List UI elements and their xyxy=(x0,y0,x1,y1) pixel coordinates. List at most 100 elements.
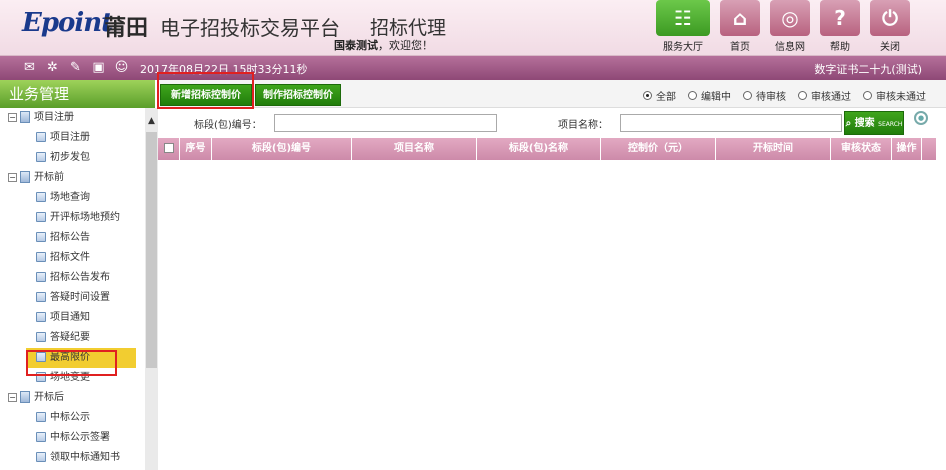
sidebar-item[interactable]: 领取中标通知书 xyxy=(0,448,145,468)
project-name-label: 项目名称： xyxy=(558,120,608,131)
page-icon xyxy=(36,232,46,242)
radio-button[interactable] xyxy=(688,91,697,100)
status-filter: 全部 编辑中 待审核 审核通过 审核未通过 xyxy=(643,88,926,103)
sidebar-item-label: 招标文件 xyxy=(50,252,90,263)
highlight-active-menu xyxy=(26,350,117,376)
folder-icon xyxy=(20,171,30,183)
smiley-icon[interactable]: ☺ xyxy=(114,60,129,75)
sidebar-item[interactable]: 项目通知 xyxy=(0,308,145,328)
sidebar-item-label: 项目注册 xyxy=(34,112,74,123)
filter-option[interactable]: 审核通过 xyxy=(798,88,851,103)
sidebar-group[interactable]: − 开标前 xyxy=(0,168,145,188)
sidebar-title: 业务管理 xyxy=(0,80,155,108)
sidebar-item-label: 答疑纪要 xyxy=(50,332,90,343)
city-name: 莆田 xyxy=(104,16,149,41)
search-button[interactable]: ⌕ 搜索 SEARCH xyxy=(844,111,904,135)
sidebar-item[interactable]: 场地查询 xyxy=(0,188,145,208)
sidebar-item[interactable]: 项目注册 xyxy=(0,128,145,148)
scroll-up-icon[interactable]: ▲ xyxy=(145,116,158,128)
collapse-toggle-icon[interactable]: − xyxy=(8,112,17,122)
col-open-time[interactable]: 开标时间 xyxy=(716,138,831,160)
filter-option-label: 编辑中 xyxy=(701,92,731,103)
col-control-price[interactable]: 控制价（元） xyxy=(601,138,716,160)
platform-title: 电子招投标交易平台 xyxy=(160,16,340,40)
filter-option[interactable]: 审核未通过 xyxy=(863,88,926,103)
welcome-user: 国泰测试 xyxy=(334,39,378,52)
search-row: 标段(包)编号： 项目名称： ⌕ 搜索 SEARCH ● xyxy=(158,108,946,138)
sidebar-item-label: 答疑时间设置 xyxy=(50,292,110,303)
radio-button[interactable] xyxy=(643,91,652,100)
page-icon xyxy=(36,452,46,462)
col-section-name[interactable]: 标段(包)名称 xyxy=(477,138,601,160)
page-icon xyxy=(36,332,46,342)
radio-button[interactable] xyxy=(743,91,752,100)
col-section-code[interactable]: 标段(包)编号 xyxy=(212,138,352,160)
message-icon[interactable]: ✉ xyxy=(22,60,37,75)
sidebar-group[interactable]: − 开标后 xyxy=(0,388,145,408)
power-icon: ⏻ xyxy=(870,0,910,36)
sidebar-item[interactable]: 中标公示 xyxy=(0,408,145,428)
nav-help[interactable]: ? 帮助 xyxy=(820,0,860,53)
col-project-name[interactable]: 项目名称 xyxy=(352,138,477,160)
page-icon xyxy=(36,432,46,442)
filter-option[interactable]: 编辑中 xyxy=(688,88,731,103)
select-all-checkbox[interactable] xyxy=(163,143,174,153)
sidebar-item[interactable]: 开评标场地预约 xyxy=(0,208,145,228)
role-title: 招标代理 xyxy=(370,17,447,39)
filter-option-label: 待审核 xyxy=(756,92,786,103)
filter-option[interactable]: 全部 xyxy=(643,88,676,103)
page-icon xyxy=(36,252,46,262)
gift-icon[interactable]: ▣ xyxy=(91,60,106,75)
sidebar-item-label: 招标公告发布 xyxy=(50,272,110,283)
sidebar-item[interactable]: 答疑时间设置 xyxy=(0,288,145,308)
folder-icon xyxy=(20,391,30,403)
nav-home[interactable]: ⌂ 首页 xyxy=(720,0,760,53)
nav-close[interactable]: ⏻ 关闭 xyxy=(870,0,910,53)
nav-label: 信息网 xyxy=(775,42,805,53)
page-icon xyxy=(36,312,46,322)
gear-icon[interactable]: ✲ xyxy=(45,60,60,75)
wrench-icon[interactable]: ✎ xyxy=(68,60,83,75)
globe-icon: ◎ xyxy=(770,0,810,36)
sidebar-item-label: 招标公告 xyxy=(50,232,90,243)
collapse-toggle-icon[interactable]: − xyxy=(8,392,17,402)
filter-option-label: 全部 xyxy=(656,92,676,103)
radio-button[interactable] xyxy=(798,91,807,100)
digital-certificate: 数字证书二十九(测试) xyxy=(814,63,922,76)
nav-service-hall[interactable]: ☷ 服务大厅 xyxy=(656,0,710,53)
sidebar-item-label: 场地查询 xyxy=(50,192,90,203)
nav-info-web[interactable]: ◎ 信息网 xyxy=(770,0,810,53)
radio-button[interactable] xyxy=(863,91,872,100)
nav-label: 首页 xyxy=(730,42,750,53)
sidebar-item[interactable]: 招标文件 xyxy=(0,248,145,268)
section-code-input[interactable] xyxy=(274,114,497,132)
select-all-cell[interactable] xyxy=(158,138,180,160)
folder-icon xyxy=(20,111,30,123)
make-control-price-button[interactable]: 制作招标控制价 xyxy=(255,84,341,106)
settings-dot-icon[interactable]: ● xyxy=(914,111,928,125)
sidebar-item[interactable]: 初步发包 xyxy=(0,148,145,168)
collapse-toggle-icon[interactable]: − xyxy=(8,172,17,182)
sidebar-item-label: 开标前 xyxy=(34,172,64,183)
filter-option-label: 审核未通过 xyxy=(876,92,926,103)
sidebar-tree: − 项目注册 项目注册 初步发包 − 开标前 场地查询 开评标场地预约 招标公告 招标文件 招标公告… xyxy=(0,108,145,470)
sidebar-item-label: 开标后 xyxy=(34,392,64,403)
filter-option[interactable]: 待审核 xyxy=(743,88,786,103)
epoint-logo: Epoint xyxy=(22,8,113,38)
help-icon: ? xyxy=(820,0,860,36)
project-name-input[interactable] xyxy=(620,114,842,132)
sidebar-item[interactable]: 中标公示签署 xyxy=(0,428,145,448)
sidebar-scrollbar[interactable]: ▲ xyxy=(145,108,158,470)
app-header: Epoint 莆田 电子招投标交易平台 招标代理 国泰测试，欢迎您！ ☷ 服务大… xyxy=(0,0,946,56)
page-icon xyxy=(36,132,46,142)
scroll-thumb[interactable] xyxy=(146,132,157,368)
sidebar-item[interactable]: 招标公告 xyxy=(0,228,145,248)
col-index[interactable]: 序号 xyxy=(180,138,212,160)
col-actions[interactable]: 操作 xyxy=(892,138,922,160)
sidebar-item[interactable]: 招标公告发布 xyxy=(0,268,145,288)
sidebar-group[interactable]: − 项目注册 xyxy=(0,108,145,128)
sidebar-item[interactable]: 答疑纪要 xyxy=(0,328,145,348)
status-strip: ✉ ✲ ✎ ▣ ☺ 2017年08月22日 15时33分11秒 数字证书二十九(… xyxy=(0,56,946,80)
col-audit-status[interactable]: 审核状态 xyxy=(831,138,892,160)
home-icon: ⌂ xyxy=(720,0,760,36)
